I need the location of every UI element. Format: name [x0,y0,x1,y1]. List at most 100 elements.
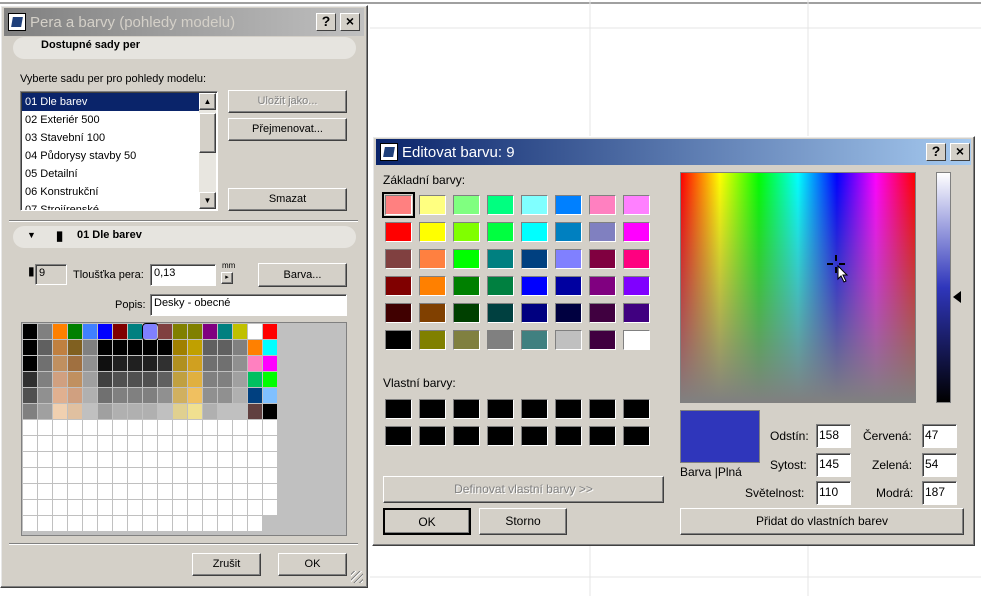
pen-swatch[interactable] [38,436,53,452]
unit-popup-button[interactable]: ▸ [221,272,233,284]
pen-swatch[interactable] [218,468,233,484]
pen-swatch[interactable] [98,356,113,372]
color-swatch[interactable] [487,399,514,419]
color-swatch[interactable] [419,399,446,419]
color-swatch[interactable] [419,195,446,215]
pen-swatch[interactable] [68,516,83,532]
pen-swatch[interactable] [128,388,143,404]
color-swatch[interactable] [555,399,582,419]
color-swatch[interactable] [521,426,548,446]
pen-swatch[interactable] [128,324,143,340]
pen-swatch[interactable] [188,500,203,516]
scroll-up-button[interactable]: ▲ [199,93,216,110]
pen-set-item[interactable]: 01 Dle barev [22,93,199,111]
pen-swatch[interactable] [142,323,159,341]
color-swatch[interactable] [419,249,446,269]
pen-swatch[interactable] [98,516,113,532]
pen-set-list[interactable]: 01 Dle barev 02 Exteriér 500 03 Stavební 1… [20,91,218,211]
pen-swatch[interactable] [248,500,263,516]
pen-swatch[interactable] [218,484,233,500]
pen-swatch[interactable] [218,404,233,420]
color-swatch[interactable] [589,426,616,446]
pen-swatch[interactable] [263,468,278,484]
pen-swatch[interactable] [128,372,143,388]
pen-swatch[interactable] [263,372,278,388]
pen-swatch[interactable] [158,452,173,468]
pen-swatch[interactable] [218,388,233,404]
pen-swatch[interactable] [188,484,203,500]
pen-swatch[interactable] [203,468,218,484]
pen-swatch[interactable] [113,516,128,532]
pen-swatch[interactable] [173,372,188,388]
color-swatch[interactable] [385,249,412,269]
pen-swatch[interactable] [158,436,173,452]
color-swatch[interactable] [555,195,582,215]
pen-swatch[interactable] [143,436,158,452]
pen-swatch[interactable] [113,436,128,452]
saturation-input[interactable]: 145 [816,453,851,477]
pen-swatch[interactable] [128,468,143,484]
pen-swatch[interactable] [38,404,53,420]
pen-swatch[interactable] [23,516,38,532]
pen-swatch[interactable] [68,484,83,500]
color-swatch[interactable] [521,222,548,242]
pen-swatch[interactable] [173,340,188,356]
pen-swatch[interactable] [248,388,263,404]
resize-grip-icon[interactable] [351,571,363,583]
pen-swatch[interactable] [53,500,68,516]
pen-swatch[interactable] [98,372,113,388]
pen-swatch[interactable] [68,356,83,372]
pen-swatch[interactable] [203,324,218,340]
color-swatch[interactable] [385,426,412,446]
color-swatch[interactable] [487,276,514,296]
pen-swatch[interactable] [248,484,263,500]
add-to-custom-colors-button[interactable]: Přidat do vlastních barev [680,508,964,535]
color-swatch[interactable] [385,276,412,296]
pen-swatch[interactable] [218,516,233,532]
color-swatch[interactable] [419,426,446,446]
help-button[interactable]: ? [926,143,946,161]
pen-swatch[interactable] [158,372,173,388]
pen-swatch[interactable] [263,484,278,500]
color-swatch[interactable] [555,249,582,269]
color-swatch[interactable] [555,303,582,323]
pen-swatch[interactable] [83,484,98,500]
cancel-button[interactable]: Zrušit [192,553,261,576]
pen-swatch[interactable] [173,388,188,404]
pen-swatch[interactable] [233,372,248,388]
pen-swatch[interactable] [248,420,263,436]
pen-swatch[interactable] [233,516,248,532]
pen-swatch[interactable] [188,324,203,340]
pen-swatch[interactable] [98,452,113,468]
define-custom-colors-button[interactable]: Definovat vlastní barvy >> [383,476,664,503]
pen-swatch[interactable] [188,468,203,484]
pen-swatch[interactable] [263,340,278,356]
color-swatch[interactable] [589,330,616,350]
pen-swatch[interactable] [68,468,83,484]
pen-swatch[interactable] [188,420,203,436]
color-swatch[interactable] [453,249,480,269]
pen-swatch[interactable] [53,452,68,468]
pen-swatch[interactable] [203,484,218,500]
ok-button[interactable]: OK [278,553,347,576]
color-swatch[interactable] [623,276,650,296]
pen-swatch[interactable] [248,324,263,340]
hue-input[interactable]: 158 [816,424,851,448]
list-scrollbar[interactable]: ▲ ▼ [199,93,216,209]
pen-swatch[interactable] [173,356,188,372]
pen-swatch[interactable] [128,420,143,436]
delete-button[interactable]: Smazat [228,188,347,211]
pen-swatch[interactable] [143,388,158,404]
green-input[interactable]: 54 [922,453,957,477]
pen-swatch[interactable] [173,324,188,340]
luminosity-slider[interactable] [936,172,951,403]
pen-swatch[interactable] [128,340,143,356]
pen-swatch[interactable] [203,420,218,436]
pen-swatch[interactable] [68,388,83,404]
pen-swatch[interactable] [68,436,83,452]
pen-swatch[interactable] [158,388,173,404]
pen-swatch[interactable] [83,324,98,340]
color-swatch[interactable] [623,303,650,323]
pen-swatch[interactable] [143,516,158,532]
pen-swatch[interactable] [188,340,203,356]
